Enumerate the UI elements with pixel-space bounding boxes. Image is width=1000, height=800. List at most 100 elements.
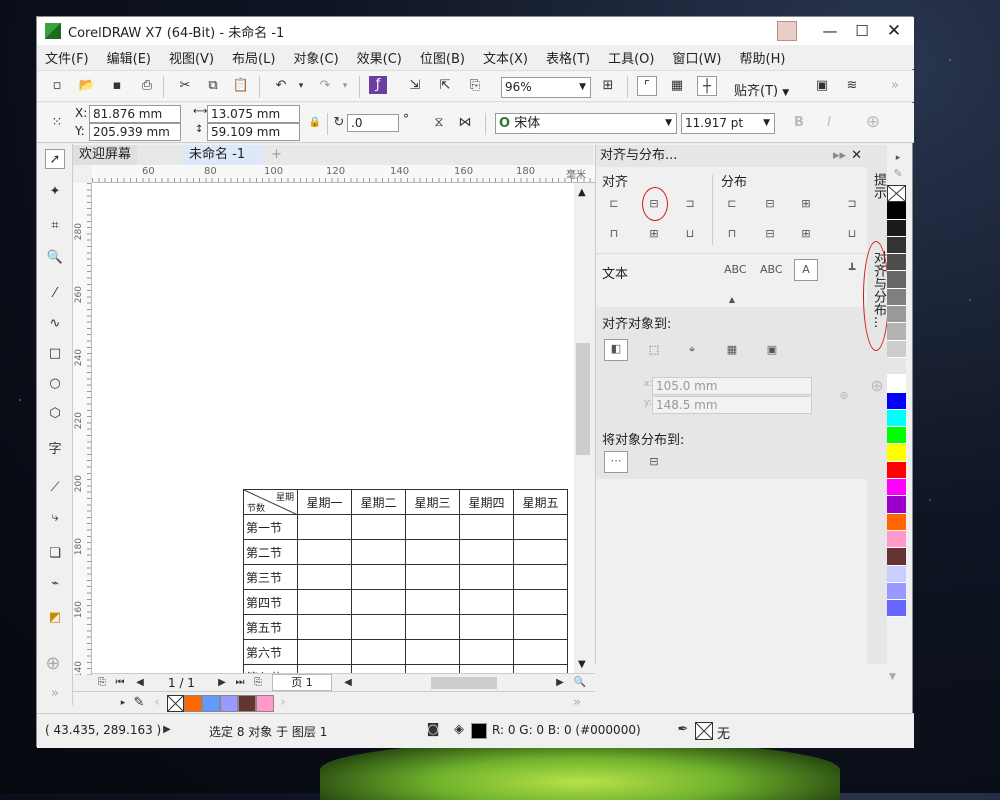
color-swatch[interactable] — [887, 288, 906, 307]
table-cell[interactable] — [351, 614, 406, 640]
table-header-cell[interactable]: 星期三 — [405, 489, 460, 515]
add-icon[interactable]: ⊕ — [863, 112, 883, 132]
interactive-fill-icon[interactable]: ◩ — [45, 608, 65, 628]
rectangle-tool-icon[interactable]: □ — [45, 344, 65, 364]
distribute-top-icon[interactable]: ⊓ — [722, 225, 742, 243]
table-header-cell[interactable]: 星期二 — [351, 489, 406, 515]
table-cell[interactable] — [405, 539, 460, 565]
color-swatch[interactable] — [887, 392, 906, 410]
color-swatch[interactable] — [887, 427, 906, 445]
document-color-swatch[interactable] — [184, 695, 202, 712]
pick-tool-icon[interactable]: ➚ — [45, 149, 65, 169]
color-swatch[interactable] — [887, 530, 906, 549]
color-proof-icon[interactable]: ◙ — [423, 720, 443, 740]
color-swatch[interactable] — [887, 357, 906, 376]
table-cell[interactable] — [459, 639, 514, 665]
export-icon[interactable]: ⇱ — [435, 76, 455, 96]
palette-scroll-left-icon[interactable]: ‹ — [147, 693, 167, 713]
bold-icon[interactable]: B — [789, 113, 809, 133]
distribute-center-v-icon[interactable]: ⊟ — [760, 225, 780, 243]
x-position-field[interactable]: 81.876 mm — [89, 105, 181, 123]
menu-file[interactable]: 文件(F) — [45, 48, 89, 67]
add-tool-icon[interactable]: ⊕ — [43, 654, 63, 674]
table-row-label[interactable]: 第四节 — [243, 589, 298, 615]
table-header-cell[interactable]: 星期四 — [459, 489, 514, 515]
font-size-select[interactable]: 11.917 pt ▼ — [681, 113, 775, 134]
distribute-center-h-icon[interactable]: ⊟ — [760, 195, 780, 213]
table-cell[interactable] — [351, 539, 406, 565]
color-swatch[interactable] — [887, 565, 906, 583]
table-corner-cell[interactable]: 星期 节数 — [243, 489, 298, 515]
zoom-navigator-icon[interactable]: 🔍 — [570, 673, 590, 693]
table-cell[interactable] — [513, 539, 568, 565]
hscroll-thumb[interactable] — [431, 677, 497, 689]
table-row-label[interactable]: 第三节 — [243, 564, 298, 590]
redo-dropdown-icon[interactable]: ▾ — [335, 76, 355, 96]
vertical-scrollbar[interactable]: ▲ ▼ — [574, 183, 592, 675]
docker-collapse-icon[interactable]: ▸▸ — [833, 145, 846, 167]
document-color-swatch[interactable] — [256, 695, 274, 712]
shape-tool-icon[interactable]: ✦ — [45, 182, 65, 202]
table-cell[interactable] — [297, 539, 352, 565]
table-header-cell[interactable]: 星期五 — [513, 489, 568, 515]
import-icon[interactable]: ⇲ — [405, 76, 425, 96]
polygon-tool-icon[interactable]: ⬡ — [45, 404, 65, 424]
palette-scroll-down-icon[interactable]: ▼ — [889, 672, 896, 682]
copy-icon[interactable]: ⧉ — [203, 76, 223, 96]
font-family-select[interactable]: O 宋体 ▼ — [495, 113, 677, 134]
color-swatch[interactable] — [887, 496, 906, 514]
scroll-thumb[interactable] — [576, 343, 590, 455]
corel-connect-icon[interactable]: ƒ — [369, 76, 387, 94]
point-x-field[interactable]: 105.0 mm — [652, 377, 812, 395]
menu-bitmaps[interactable]: 位图(B) — [420, 48, 465, 67]
menu-view[interactable]: 视图(V) — [169, 48, 214, 67]
table-cell[interactable] — [459, 539, 514, 565]
menu-window[interactable]: 窗口(W) — [673, 48, 722, 67]
table-cell[interactable] — [459, 589, 514, 615]
text-bounding-box-icon[interactable]: A — [794, 259, 818, 281]
print-icon[interactable]: ⎙ — [137, 76, 157, 96]
show-rulers-icon[interactable]: ⌜ — [637, 76, 657, 96]
table-cell[interactable] — [297, 639, 352, 665]
color-swatch[interactable] — [887, 479, 906, 497]
color-swatch[interactable] — [887, 236, 906, 255]
undo-dropdown-icon[interactable]: ▾ — [291, 76, 311, 96]
add-page-after-icon[interactable]: ⎘ — [248, 673, 268, 693]
add-page-before-icon[interactable]: ⎘ — [92, 673, 112, 693]
zoom-tool-icon[interactable]: 🔍 — [45, 248, 65, 268]
table-header-cell[interactable]: 星期一 — [297, 489, 352, 515]
document-color-swatch[interactable] — [202, 695, 220, 712]
table-row-label[interactable]: 第二节 — [243, 539, 298, 565]
table-cell[interactable] — [297, 614, 352, 640]
docker-close-icon[interactable]: ✕ — [851, 145, 862, 167]
redo-icon[interactable]: ↷ — [315, 76, 335, 96]
distribute-bottom-icon[interactable]: ⊔ — [842, 225, 862, 243]
zoom-level-select[interactable]: 96% ▼ — [501, 77, 591, 98]
paste-icon[interactable]: 📋 — [231, 76, 251, 96]
freehand-tool-icon[interactable]: ⁄ — [45, 284, 65, 304]
color-swatch[interactable] — [887, 271, 906, 289]
scroll-up-icon[interactable]: ▲ — [578, 187, 586, 198]
first-page-icon[interactable]: ⏮ — [110, 673, 130, 693]
document-color-swatch[interactable] — [220, 695, 238, 712]
hscroll-right-icon[interactable]: ▶ — [550, 673, 570, 693]
show-guidelines-icon[interactable]: ┼ — [697, 76, 717, 96]
color-swatch[interactable] — [887, 548, 906, 566]
align-to-page-edge-icon[interactable]: ⬚ — [644, 341, 664, 359]
hscroll-left-icon[interactable]: ◀ — [338, 673, 358, 693]
menu-table[interactable]: 表格(T) — [546, 48, 590, 67]
table-cell[interactable] — [459, 514, 514, 540]
show-grid-icon[interactable]: ▦ — [667, 76, 687, 96]
tab-welcome[interactable]: 欢迎屏幕 — [73, 145, 138, 165]
palette-overflow-icon[interactable]: » — [567, 693, 587, 713]
reference-point-icon[interactable]: ⁙ — [47, 113, 67, 133]
open-icon[interactable]: 📂 — [77, 76, 97, 96]
publish-pdf-icon[interactable]: ⎘ — [465, 76, 485, 96]
tab-hints[interactable]: 提示 — [868, 173, 888, 199]
text-outline-icon[interactable]: ┻ — [842, 261, 862, 279]
parallel-dimension-icon[interactable]: ⟋ — [45, 478, 65, 498]
toolbar-overflow-icon[interactable]: » — [885, 76, 905, 96]
distribute-spacing-h-icon[interactable]: ⊞ — [796, 195, 816, 213]
table-row-label[interactable]: 第五节 — [243, 614, 298, 640]
toolbox-overflow-icon[interactable]: » — [45, 684, 65, 704]
